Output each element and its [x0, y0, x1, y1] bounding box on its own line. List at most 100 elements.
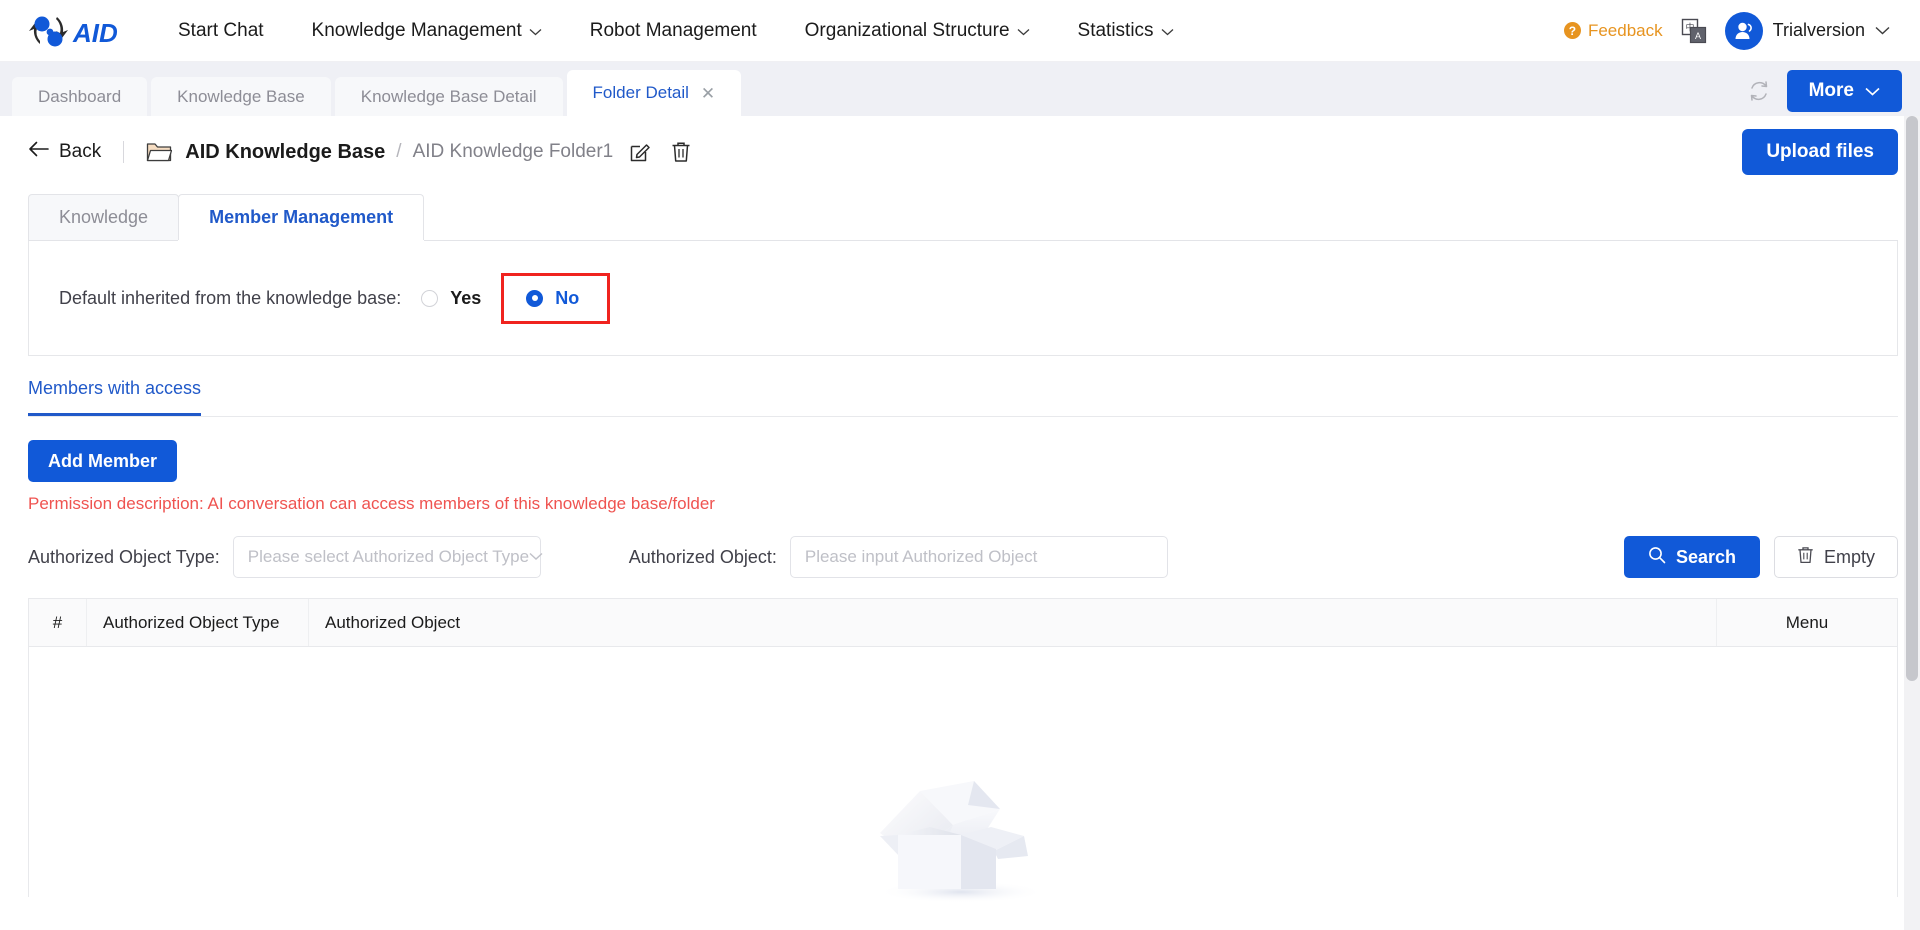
aid-logo-icon: AID [29, 16, 118, 48]
inherit-radio-group: Yes No [421, 272, 611, 324]
trash-icon [1797, 546, 1814, 569]
tab-member-management[interactable]: Member Management [178, 194, 425, 240]
inherit-settings-card: Default inherited from the knowledge bas… [28, 241, 1898, 356]
empty-box-illustration [877, 781, 1045, 903]
search-icon [1648, 546, 1666, 569]
user-avatar-icon [1724, 11, 1763, 50]
nav-item-knowledge-management[interactable]: Knowledge Management [288, 0, 566, 62]
trash-icon[interactable] [671, 141, 691, 163]
members-section-header: Members with access [28, 378, 1898, 417]
authorized-object-type-select[interactable]: Please select Authorized Object Type [232, 536, 543, 578]
tab-knowledge-base[interactable]: Knowledge Base [151, 77, 331, 116]
upload-files-button[interactable]: Upload files [1742, 129, 1898, 175]
nav-item-statistics[interactable]: Statistics [1054, 0, 1198, 62]
authorized-object-input[interactable] [804, 547, 1153, 567]
vertical-scrollbar[interactable] [1904, 116, 1920, 930]
top-nav-right-actions: ? Feedback 中 A Trialversion [1563, 11, 1898, 50]
user-name-label: Trialversion [1772, 20, 1865, 40]
chevron-down-icon [1017, 0, 1030, 62]
chevron-down-icon [1865, 80, 1880, 102]
nav-item-label: Statistics [1077, 19, 1154, 41]
top-navigation-bar: AID Start Chat Knowledge Management Robo… [0, 0, 1920, 62]
column-header-menu: Menu [1785, 612, 1829, 632]
tab-knowledge-base-detail[interactable]: Knowledge Base Detail [334, 77, 563, 116]
tab-label: Knowledge Base Detail [360, 86, 537, 106]
radio-label: Yes [450, 287, 482, 308]
svg-text:A: A [1695, 31, 1701, 41]
tab-dashboard[interactable]: Dashboard [12, 77, 148, 116]
empty-button[interactable]: Empty [1773, 536, 1898, 578]
translate-icon[interactable]: 中 A [1681, 18, 1707, 44]
tab-members-with-access[interactable]: Members with access [28, 378, 202, 416]
nav-item-start-chat[interactable]: Start Chat [154, 0, 288, 62]
chevron-down-icon [529, 0, 542, 62]
arrow-left-icon [28, 141, 49, 163]
radio-inherit-no[interactable]: No [526, 288, 579, 309]
tab-label: Member Management [209, 207, 394, 227]
search-button[interactable]: Search [1623, 536, 1760, 578]
add-member-button[interactable]: Add Member [28, 440, 178, 482]
breadcrumb: Back AID Knowledge Base / AID Knowledge … [28, 116, 1898, 188]
nav-item-robot-management[interactable]: Robot Management [566, 0, 781, 62]
edit-icon[interactable] [629, 141, 651, 163]
radio-label: No [555, 287, 580, 308]
tab-label: Folder Detail [592, 83, 689, 102]
table-header-row: # Authorized Object Type Authorized Obje… [29, 599, 1897, 647]
filter-actions: Search Empty [1623, 536, 1898, 578]
radio-dot-icon [421, 289, 439, 307]
refresh-icon[interactable] [1747, 79, 1771, 103]
primary-nav: Start Chat Knowledge Management Robot Ma… [154, 0, 1198, 62]
nav-item-label: Knowledge Management [311, 19, 522, 41]
nav-item-label: Robot Management [589, 19, 757, 41]
page-content: Back AID Knowledge Base / AID Knowledge … [0, 116, 1920, 930]
more-button-label: More [1808, 80, 1854, 101]
nav-item-label: Start Chat [178, 19, 264, 41]
user-menu[interactable]: Trialversion [1724, 11, 1898, 50]
filter-bar: Authorized Object Type: Please select Au… [28, 536, 1898, 578]
tab-label: Dashboard [38, 86, 122, 106]
aid-logo[interactable]: AID [26, 11, 118, 51]
chevron-down-icon [1875, 22, 1890, 40]
tab-label: Knowledge Base [177, 86, 305, 106]
chevron-down-icon [1161, 0, 1174, 62]
column-header-authorized-object-type: Authorized Object Type [87, 599, 309, 646]
question-circle-icon: ? [1563, 22, 1581, 39]
permission-description: Permission description: AI conversation … [28, 494, 715, 513]
column-header-authorized-object: Authorized Object [309, 599, 1717, 646]
more-button[interactable]: More [1786, 70, 1902, 112]
tab-strip-actions: More [1747, 70, 1902, 116]
browser-tab-strip: Dashboard Knowledge Base Knowledge Base … [0, 62, 1920, 116]
svg-text:AID: AID [72, 18, 118, 48]
search-button-label: Search [1675, 546, 1736, 567]
tab-label: Knowledge [59, 207, 149, 227]
feedback-link[interactable]: ? Feedback [1563, 20, 1663, 41]
tab-knowledge[interactable]: Knowledge [28, 194, 180, 240]
select-placeholder: Please select Authorized Object Type [247, 547, 530, 566]
empty-state [29, 739, 1897, 919]
authorized-object-input-wrap [789, 536, 1168, 578]
nav-item-organizational-structure[interactable]: Organizational Structure [781, 0, 1054, 62]
close-icon[interactable]: ✕ [701, 85, 715, 102]
radio-inherit-yes[interactable]: Yes [421, 288, 481, 309]
feedback-label: Feedback [1587, 20, 1663, 40]
inherit-label: Default inherited from the knowledge bas… [59, 287, 402, 308]
nav-item-label: Organizational Structure [804, 19, 1010, 41]
empty-button-label: Empty [1823, 546, 1875, 567]
folder-icon [146, 141, 173, 163]
authorized-object-type-label: Authorized Object Type: [28, 546, 220, 567]
breadcrumb-root[interactable]: AID Knowledge Base [185, 141, 385, 164]
authorized-object-label: Authorized Object: [628, 546, 777, 567]
highlight-box: No [501, 272, 611, 324]
breadcrumb-current: AID Knowledge Folder1 [412, 141, 614, 162]
back-label: Back [59, 141, 102, 162]
tab-folder-detail[interactable]: Folder Detail ✕ [566, 70, 742, 116]
divider [123, 141, 125, 163]
section-tabs: Knowledge Member Management [28, 194, 1898, 241]
radio-dot-icon [526, 289, 544, 307]
breadcrumb-separator: / [396, 141, 402, 162]
column-header-index: # [29, 599, 87, 646]
chevron-down-icon [529, 548, 543, 566]
scrollbar-thumb[interactable] [1906, 116, 1918, 681]
back-button[interactable]: Back [28, 141, 101, 163]
authorized-objects-table: # Authorized Object Type Authorized Obje… [28, 598, 1898, 903]
